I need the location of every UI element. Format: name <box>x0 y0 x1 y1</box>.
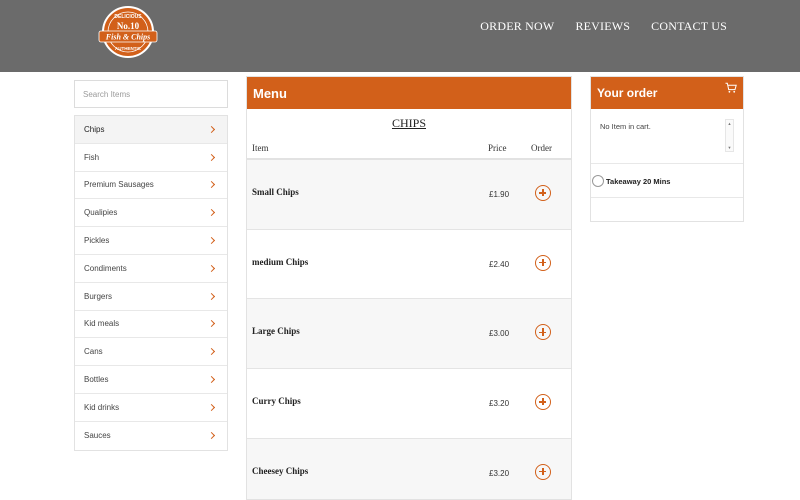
menu-column-headers: Item Price Order <box>247 138 571 160</box>
cart-scrollbar[interactable] <box>725 119 734 152</box>
menu-row: medium Chips £2.40 <box>247 230 571 300</box>
category-list: Chips Fish Premium Sausages Qualipies Pi… <box>74 115 228 451</box>
category-label: Bottles <box>84 375 109 385</box>
takeaway-option[interactable]: Takeaway 20 Mins <box>591 164 743 198</box>
logo[interactable]: DELICIOUS No.10 Fish & Chips AUTHENTIC <box>96 5 160 59</box>
item-name: Cheesey Chips <box>252 465 309 476</box>
cart-contents: No Item in cart. <box>591 109 743 164</box>
category-label: Cans <box>84 347 103 357</box>
category-item-qualipies[interactable]: Qualipies <box>75 199 227 228</box>
category-item-kid-drinks[interactable]: Kid drinks <box>75 393 227 422</box>
menu-items: Small Chips £1.90 medium Chips £2.40 Lar… <box>247 160 571 499</box>
order-heading: Your order <box>597 86 658 100</box>
chevron-right-icon <box>207 292 216 300</box>
chevron-right-icon <box>207 264 216 272</box>
chevron-right-icon <box>207 432 216 440</box>
menu-row: Cheesey Chips £3.20 <box>247 438 571 499</box>
menu-section-title: CHIPS <box>391 116 426 130</box>
plus-circle-icon[interactable] <box>535 254 551 271</box>
menu-row: Large Chips £3.00 <box>247 299 571 370</box>
chevron-right-icon <box>207 376 216 384</box>
category-item-kid-meals[interactable]: Kid meals <box>75 310 227 339</box>
category-label: Kid meals <box>84 319 120 329</box>
chevron-right-icon <box>207 153 216 161</box>
category-label: Premium Sausages <box>84 180 154 190</box>
chevron-right-icon <box>207 181 216 189</box>
category-item-premium-sausages[interactable]: Premium Sausages <box>75 171 227 200</box>
category-item-bottles[interactable]: Bottles <box>75 366 227 394</box>
item-price: £3.00 <box>489 329 510 339</box>
chevron-right-icon <box>207 237 216 245</box>
item-name: medium Chips <box>252 256 309 267</box>
menu-row: Small Chips £1.90 <box>247 160 571 230</box>
site-header: DELICIOUS No.10 Fish & Chips AUTHENTIC O… <box>0 0 800 72</box>
category-item-cans[interactable]: Cans <box>75 338 227 367</box>
item-price: £3.20 <box>489 468 510 478</box>
chevron-right-icon <box>207 209 216 217</box>
category-item-condiments[interactable]: Condiments <box>75 254 227 283</box>
column-item: Item <box>252 143 269 153</box>
menu-heading: Menu <box>253 85 287 101</box>
category-label: Sauces <box>84 431 111 441</box>
order-panel: Your order No Item in cart. Takeaway 20 … <box>590 76 744 222</box>
item-name: Large Chips <box>252 326 300 337</box>
item-price: £1.90 <box>489 190 510 199</box>
category-item-burgers[interactable]: Burgers <box>75 282 227 311</box>
menu-header: Menu <box>247 77 571 109</box>
category-label: Kid drinks <box>84 402 120 412</box>
nav-reviews[interactable]: REVIEWS <box>575 19 630 33</box>
logo-bottom-text: AUTHENTIC <box>115 46 142 51</box>
category-label: Burgers <box>84 291 113 301</box>
search-input[interactable] <box>74 80 228 108</box>
menu-row: Curry Chips £3.20 <box>247 369 571 439</box>
takeaway-radio[interactable] <box>592 175 604 187</box>
plus-circle-icon[interactable] <box>535 185 551 201</box>
plus-circle-icon[interactable] <box>535 324 551 341</box>
chevron-right-icon <box>207 125 216 133</box>
category-item-pickles[interactable]: Pickles <box>75 227 227 255</box>
category-item-chips[interactable]: Chips <box>75 116 227 144</box>
item-name: Small Chips <box>252 187 299 197</box>
chevron-right-icon <box>207 403 216 411</box>
plus-circle-icon[interactable] <box>535 394 551 411</box>
category-label: Chips <box>84 124 105 134</box>
main-nav: ORDER NOW REVIEWS CONTACT US <box>480 19 727 33</box>
category-label: Condiments <box>84 263 127 273</box>
item-name: Curry Chips <box>252 396 301 407</box>
item-price: £2.40 <box>489 259 510 269</box>
category-label: Qualipies <box>84 208 118 218</box>
category-label: Fish <box>84 152 100 162</box>
logo-top-text: DELICIOUS <box>114 14 142 20</box>
category-item-sauces[interactable]: Sauces <box>75 421 227 450</box>
plus-circle-icon[interactable] <box>535 463 551 480</box>
category-label: Pickles <box>84 236 110 246</box>
column-order: Order <box>531 143 552 153</box>
chevron-right-icon <box>207 320 216 328</box>
nav-contact-us[interactable]: CONTACT US <box>651 19 727 33</box>
logo-number: No.10 <box>117 21 140 31</box>
order-header: Your order <box>591 77 743 109</box>
column-price: Price <box>488 143 507 153</box>
takeaway-label: Takeaway 20 Mins <box>606 177 671 186</box>
cart-empty-text: No Item in cart. <box>600 122 651 131</box>
category-item-fish[interactable]: Fish <box>75 143 227 172</box>
cart-icon[interactable] <box>725 82 737 94</box>
menu-panel: Menu CHIPS Item Price Order Small Chips … <box>246 76 572 500</box>
logo-wordmark: Fish & Chips <box>105 33 150 42</box>
nav-order-now[interactable]: ORDER NOW <box>480 19 554 33</box>
chevron-right-icon <box>207 348 216 356</box>
item-price: £3.20 <box>489 399 510 409</box>
